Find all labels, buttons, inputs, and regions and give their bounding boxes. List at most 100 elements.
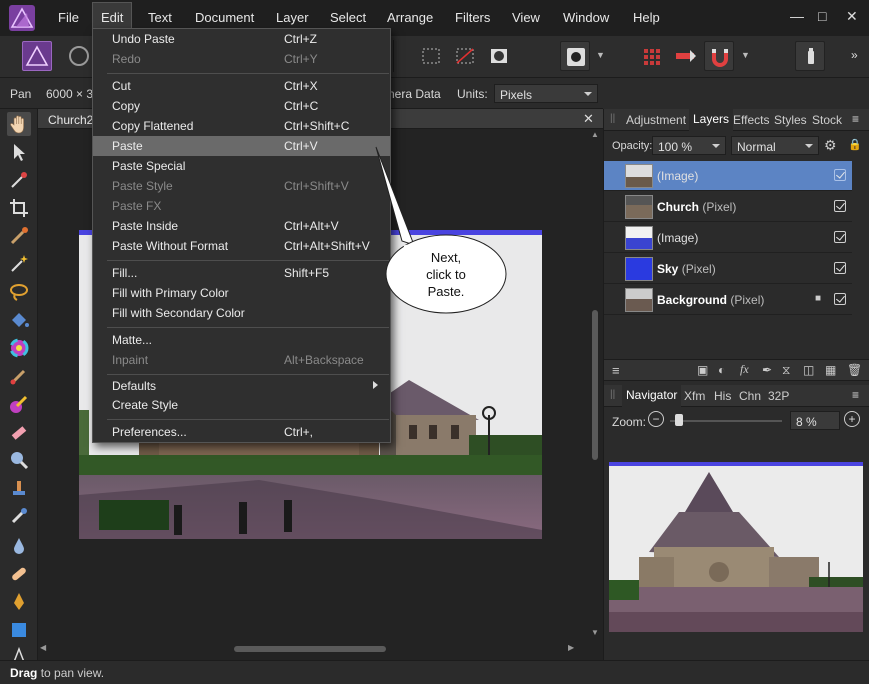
layer-lock-icon[interactable]: ■: [815, 293, 821, 304]
panel-grip-icon[interactable]: ||: [610, 389, 615, 400]
layer-settings-gear-icon[interactable]: ⚙: [824, 137, 837, 154]
menu-item-paste-without-format[interactable]: Paste Without Format Ctrl+Alt+Shift+V: [93, 236, 390, 256]
freehand-selection-tool[interactable]: [7, 280, 31, 304]
panel-grip-icon[interactable]: ||: [610, 113, 615, 124]
layer-row[interactable]: Church (Pixel): [604, 192, 852, 222]
menu-filters[interactable]: Filters: [455, 10, 490, 25]
close-window-icon[interactable]: ✕: [846, 8, 858, 25]
tab-navigator[interactable]: Navigator: [622, 385, 682, 407]
snapping-dropdown-icon[interactable]: ▼: [741, 50, 750, 60]
maximize-icon[interactable]: □: [818, 8, 826, 24]
clone-brush-tool[interactable]: [7, 476, 31, 500]
menu-item-defaults[interactable]: Defaults: [93, 376, 390, 396]
move-tool[interactable]: [7, 140, 31, 164]
menu-item-inpaint[interactable]: Inpaint Alt+Backspace: [93, 350, 390, 370]
tab-transform[interactable]: Xfm: [684, 389, 705, 403]
photo-persona-button[interactable]: [22, 41, 52, 71]
export-button[interactable]: [795, 41, 825, 71]
menu-file[interactable]: File: [58, 10, 79, 25]
deselect-button[interactable]: [450, 41, 480, 71]
scroll-left-icon[interactable]: ◀: [40, 643, 46, 652]
adjustment-layer-icon[interactable]: ◐: [718, 363, 725, 377]
menu-item-paste-style[interactable]: Paste Style Ctrl+Shift+V: [93, 176, 390, 196]
zoom-slider[interactable]: [670, 414, 782, 426]
opacity-field[interactable]: 100 %: [652, 136, 726, 155]
navigator-preview[interactable]: [609, 462, 863, 632]
scroll-up-icon[interactable]: ▲: [591, 130, 599, 139]
menu-view[interactable]: View: [512, 10, 540, 25]
blend-mode-dropdown[interactable]: Normal: [731, 136, 819, 155]
folder-icon[interactable]: ◫: [803, 363, 814, 377]
menu-document[interactable]: Document: [195, 10, 254, 25]
selection-brush-tool[interactable]: [7, 224, 31, 248]
tab-layers[interactable]: Layers: [689, 109, 734, 131]
layer-visibility-checkbox[interactable]: [834, 169, 846, 181]
paint-brush-tool[interactable]: [7, 364, 31, 388]
layer-row[interactable]: (Image): [604, 223, 852, 253]
mask-layer-icon[interactable]: ▣: [697, 363, 708, 377]
vertical-scrollbar[interactable]: ▲ ▼: [589, 130, 601, 640]
tab-adjustment[interactable]: Adjustment: [626, 113, 686, 127]
hourglass-icon[interactable]: ⧖: [782, 363, 790, 378]
menu-item-fill[interactable]: Fill... Shift+F5: [93, 263, 390, 283]
menu-item-paste-fx[interactable]: Paste FX: [93, 196, 390, 216]
toolbar-overflow-icon[interactable]: »: [851, 48, 858, 62]
menu-arrange[interactable]: Arrange: [387, 10, 433, 25]
menu-item-matte[interactable]: Matte...: [93, 330, 390, 350]
zoom-field[interactable]: 8 %: [790, 411, 840, 430]
menu-item-copy-flattened[interactable]: Copy Flattened Ctrl+Shift+C: [93, 116, 390, 136]
invert-selection-button[interactable]: [484, 41, 514, 71]
menu-item-undo-paste[interactable]: Undo Paste Ctrl+Z: [93, 29, 390, 49]
menu-item-redo[interactable]: Redo Ctrl+Y: [93, 49, 390, 69]
menu-text[interactable]: Text: [148, 10, 172, 25]
document-tab[interactable]: Church2: [48, 113, 93, 127]
new-pixel-layer-icon[interactable]: ▦: [825, 363, 836, 377]
live-filter-fx-icon[interactable]: fx: [740, 362, 749, 377]
quick-mask-dropdown-icon[interactable]: ▼: [596, 50, 605, 60]
brush-icon[interactable]: ✒: [762, 363, 772, 377]
snapping-magnet-button[interactable]: [704, 41, 734, 71]
camera-data-button[interactable]: nera Data: [388, 87, 441, 101]
dodge-brush-tool[interactable]: [7, 448, 31, 472]
zoom-out-icon[interactable]: −: [648, 411, 664, 427]
flood-fill-tool[interactable]: [7, 308, 31, 332]
tab-channels[interactable]: Chn: [739, 389, 761, 403]
liquify-persona-button[interactable]: [64, 41, 94, 71]
patch-tool[interactable]: [7, 562, 31, 586]
rectangle-tool[interactable]: [7, 618, 31, 642]
zoom-slider-thumb[interactable]: [675, 414, 683, 426]
menu-item-paste-inside[interactable]: Paste Inside Ctrl+Alt+V: [93, 216, 390, 236]
quick-mask-button[interactable]: [560, 41, 590, 71]
horizontal-scroll-thumb[interactable]: [234, 646, 386, 652]
marquee-select-button[interactable]: [416, 41, 446, 71]
color-replacement-tool[interactable]: [7, 392, 31, 416]
lock-icon[interactable]: 🔒: [848, 138, 862, 151]
scroll-right-icon[interactable]: ▶: [568, 643, 574, 652]
blemish-removal-tool[interactable]: [7, 504, 31, 528]
tab-history[interactable]: His: [714, 389, 731, 403]
menu-layer[interactable]: Layer: [276, 10, 309, 25]
crop-tool[interactable]: [7, 196, 31, 220]
affinity-photo-logo-icon[interactable]: [9, 5, 35, 31]
erase-brush-tool[interactable]: [7, 420, 31, 444]
menu-help[interactable]: Help: [633, 10, 660, 25]
zoom-in-icon[interactable]: +: [844, 411, 860, 427]
tab-effects[interactable]: Effects: [733, 113, 769, 127]
close-document-icon[interactable]: ✕: [583, 111, 594, 127]
trash-icon[interactable]: 🗑: [847, 363, 862, 377]
flood-select-tool[interactable]: [7, 252, 31, 276]
panel-menu-icon[interactable]: ≡: [852, 112, 859, 126]
menu-item-create-style[interactable]: Create Style: [93, 395, 390, 415]
layer-row[interactable]: Background (Pixel) ■: [604, 285, 852, 315]
layers-stack-icon[interactable]: ≡: [612, 363, 620, 378]
tab-32p[interactable]: 32P: [768, 389, 789, 403]
tab-styles[interactable]: Styles: [774, 113, 807, 127]
layer-visibility-checkbox[interactable]: [834, 293, 846, 305]
tab-stock[interactable]: Stock: [812, 113, 842, 127]
layer-visibility-checkbox[interactable]: [834, 262, 846, 274]
color-picker-tool[interactable]: [7, 168, 31, 192]
layer-visibility-checkbox[interactable]: [834, 200, 846, 212]
menu-item-copy[interactable]: Copy Ctrl+C: [93, 96, 390, 116]
menu-item-paste-special[interactable]: Paste Special: [93, 156, 390, 176]
horizontal-scrollbar[interactable]: ◀ ▶: [38, 643, 589, 655]
